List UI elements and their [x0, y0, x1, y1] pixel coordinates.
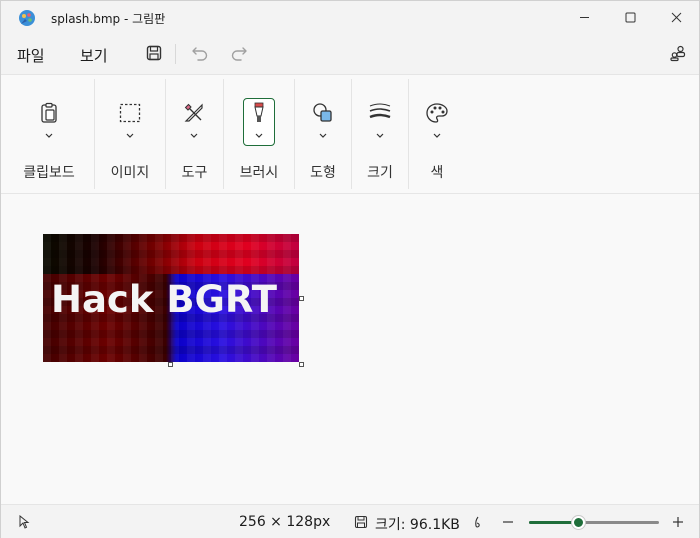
save-icon[interactable]: [145, 44, 163, 62]
tools-group[interactable]: 도구: [166, 75, 223, 194]
brush-icon: [254, 102, 264, 122]
shapes-group[interactable]: 도형: [295, 75, 351, 194]
resize-handle-right[interactable]: [299, 296, 304, 301]
chevron-down-icon: [126, 133, 134, 138]
chevron-down-icon: [376, 133, 384, 138]
chevron-down-icon: [255, 133, 263, 138]
clipboard-group[interactable]: 클립보드: [1, 75, 93, 194]
minimize-button[interactable]: [561, 1, 607, 33]
title-bar: splash.bmp - 그림판: [1, 1, 699, 33]
paint-window: splash.bmp - 그림판 파일 보기 클립보드 이미지 도구 브러시 도…: [0, 0, 700, 538]
chevron-down-icon: [45, 133, 53, 138]
status-bar: 256 × 128px 크기: 96.1KB: [1, 504, 699, 538]
zoom-slider-thumb[interactable]: [571, 516, 585, 529]
canvas-image[interactable]: Hack BGRT: [43, 234, 299, 362]
stroke-size-icon: [369, 103, 391, 119]
size-group[interactable]: 크기: [352, 75, 408, 194]
image-label: 이미지: [110, 165, 150, 181]
selection-icon: [119, 103, 141, 123]
zoom-slider[interactable]: [529, 521, 659, 524]
brush-group[interactable]: 브러시: [224, 75, 294, 194]
image-dimensions: 256 × 128px: [239, 514, 331, 530]
menubar-divider: [175, 44, 176, 64]
menu-view[interactable]: 보기: [80, 45, 108, 66]
brush-label: 브러시: [239, 165, 279, 181]
close-button[interactable]: [653, 1, 699, 33]
zoom-out-icon[interactable]: [502, 516, 514, 528]
ribbon-toolbar: 클립보드 이미지 도구 브러시 도형 크기 색: [1, 75, 699, 194]
tools-label: 도구: [181, 165, 208, 181]
zoom-slider-fill: [529, 521, 579, 524]
shapes-label: 도형: [310, 165, 336, 181]
clipboard-icon: [41, 102, 57, 123]
chevron-down-icon: [319, 133, 327, 138]
zoom-indicator-icon: [475, 516, 480, 528]
maximize-icon: [625, 12, 635, 22]
maximize-button[interactable]: [607, 1, 653, 33]
resize-handle-bottom[interactable]: [168, 362, 173, 367]
image-group[interactable]: 이미지: [95, 75, 165, 194]
color-group[interactable]: 색: [409, 75, 465, 194]
chevron-down-icon: [433, 133, 441, 138]
minimize-icon: [579, 16, 589, 18]
menu-bar: 파일 보기: [1, 33, 699, 75]
file-size: 크기: 96.1KB: [375, 517, 460, 533]
account-settings-icon[interactable]: [669, 44, 687, 62]
pointer-icon: [19, 515, 30, 529]
zoom-in-icon[interactable]: [672, 516, 684, 528]
file-size-save-icon: [354, 515, 368, 529]
resize-handle-corner[interactable]: [299, 362, 304, 367]
undo-icon[interactable]: [191, 44, 209, 62]
chevron-down-icon: [190, 133, 198, 138]
clipboard-label: 클립보드: [23, 165, 75, 181]
redo-icon[interactable]: [230, 44, 248, 62]
palette-icon: [426, 103, 448, 123]
tools-icon: [184, 103, 203, 122]
image-text: Hack BGRT: [51, 278, 277, 321]
close-icon: [671, 12, 681, 22]
paint-app-icon: [19, 10, 35, 26]
color-label: 색: [430, 165, 444, 181]
menu-file[interactable]: 파일: [17, 45, 45, 66]
size-label: 크기: [367, 165, 393, 181]
window-title: splash.bmp - 그림판: [51, 12, 166, 26]
shapes-icon: [313, 103, 332, 122]
